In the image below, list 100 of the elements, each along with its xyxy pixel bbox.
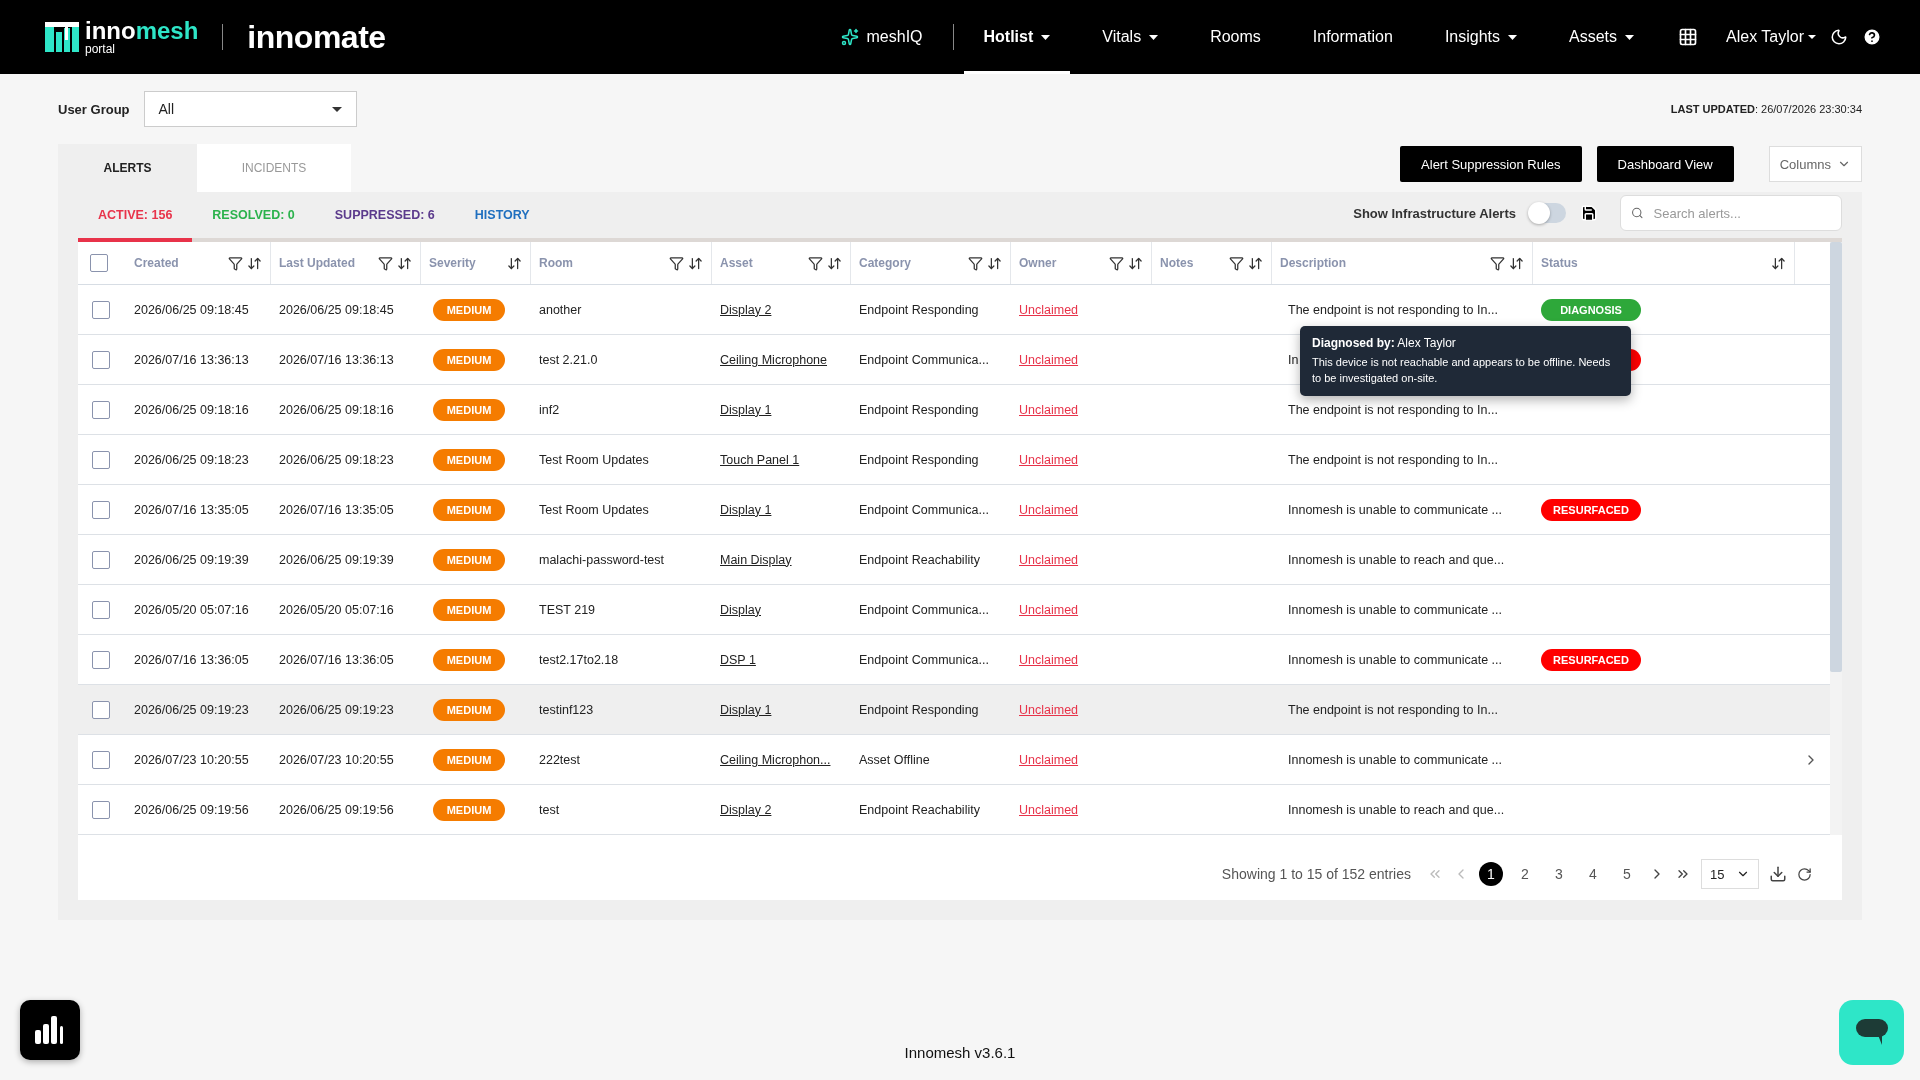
severity-badge: MEDIUM: [433, 698, 505, 721]
download-icon[interactable]: [1769, 865, 1787, 883]
page-button[interactable]: 4: [1581, 862, 1605, 886]
chart-button[interactable]: [20, 1000, 80, 1060]
page-button[interactable]: 5: [1615, 862, 1639, 886]
row-checkbox[interactable]: [92, 550, 110, 569]
severity-badge: MEDIUM: [433, 548, 505, 571]
save-icon[interactable]: [1580, 204, 1598, 222]
sort-icon[interactable]: [397, 255, 412, 271]
asset-link[interactable]: Ceiling Microphone: [720, 352, 827, 367]
view-tab[interactable]: ALERTS: [58, 144, 197, 192]
user-menu[interactable]: Alex Taylor: [1726, 28, 1804, 46]
table-cell: Endpoint Communica...: [859, 502, 989, 517]
table-cell: 2026/06/25 09:18:16: [279, 402, 394, 417]
column-header: Notes: [1160, 256, 1194, 270]
nav-item[interactable]: Rooms: [1190, 0, 1281, 74]
row-checkbox[interactable]: [92, 650, 110, 669]
search-field[interactable]: Search alerts...: [1620, 195, 1842, 231]
infrastructure-toggle[interactable]: [1530, 203, 1566, 223]
filter-icon[interactable]: [1229, 255, 1244, 271]
refresh-icon[interactable]: [1797, 866, 1812, 882]
table-cell: 2026/06/25 09:18:45: [134, 302, 249, 317]
sort-icon[interactable]: [987, 255, 1002, 271]
nav-item[interactable]: meshIQ: [820, 0, 943, 74]
select-all-checkbox[interactable]: [90, 254, 108, 272]
page-button[interactable]: 3: [1547, 862, 1571, 886]
page-size-select[interactable]: 15: [1701, 859, 1759, 889]
sort-icon[interactable]: [1248, 255, 1263, 271]
table-cell: Endpoint Responding: [859, 702, 979, 717]
owner-link[interactable]: Unclaimed: [1019, 452, 1079, 467]
scrollbar[interactable]: [1830, 242, 1842, 835]
filter-icon[interactable]: [378, 255, 393, 271]
row-checkbox[interactable]: [92, 500, 110, 519]
asset-link[interactable]: Display 1: [720, 502, 772, 517]
row-checkbox[interactable]: [92, 400, 110, 419]
asset-link[interactable]: Display 1: [720, 402, 772, 417]
page-button[interactable]: 2: [1513, 862, 1537, 886]
row-checkbox[interactable]: [92, 750, 110, 769]
action-button[interactable]: Alert Suppression Rules: [1400, 146, 1582, 182]
sort-icon[interactable]: [1128, 255, 1143, 271]
sort-icon[interactable]: [827, 255, 842, 271]
sort-icon[interactable]: [1509, 255, 1524, 271]
owner-link[interactable]: Unclaimed: [1019, 552, 1079, 567]
asset-link[interactable]: Main Display: [720, 552, 792, 567]
status-tab[interactable]: HISTORY: [454, 192, 550, 242]
row-checkbox[interactable]: [92, 450, 110, 469]
action-button[interactable]: Dashboard View: [1596, 146, 1734, 182]
asset-link[interactable]: Display 2: [720, 802, 772, 817]
row-checkbox[interactable]: [92, 600, 110, 619]
chat-button[interactable]: [1839, 1000, 1904, 1065]
asset-link[interactable]: Touch Panel 1: [720, 452, 800, 467]
status-tab[interactable]: SUPPRESSED: 6: [314, 192, 455, 242]
row-checkbox[interactable]: [92, 300, 110, 319]
owner-link[interactable]: Unclaimed: [1019, 352, 1079, 367]
logo-subtitle: portal: [85, 43, 117, 55]
columns-button[interactable]: Columns: [1768, 146, 1862, 182]
filter-icon[interactable]: [1109, 255, 1124, 271]
user-group-select[interactable]: All: [143, 91, 357, 127]
sort-icon[interactable]: [1771, 255, 1786, 271]
owner-link[interactable]: Unclaimed: [1019, 502, 1079, 517]
owner-link[interactable]: Unclaimed: [1019, 652, 1079, 667]
asset-link[interactable]: Display 1: [720, 702, 772, 717]
filter-icon[interactable]: [968, 255, 983, 271]
product-name: innomate: [247, 18, 386, 56]
owner-link[interactable]: Unclaimed: [1019, 752, 1079, 767]
row-checkbox[interactable]: [92, 700, 110, 719]
nav-item[interactable]: Insights: [1424, 0, 1537, 74]
table-cell: Test Room Updates: [539, 502, 649, 517]
nav-item[interactable]: Information: [1292, 0, 1413, 74]
filter-icon[interactable]: [808, 255, 823, 271]
owner-link[interactable]: Unclaimed: [1019, 802, 1079, 817]
filter-icon[interactable]: [228, 255, 243, 271]
owner-link[interactable]: Unclaimed: [1019, 602, 1079, 617]
table-cell: Endpoint Responding: [859, 302, 979, 317]
search-input[interactable]: Search alerts...: [1651, 204, 1831, 222]
moon-icon[interactable]: [1830, 28, 1848, 46]
owner-link[interactable]: Unclaimed: [1019, 302, 1079, 317]
asset-link[interactable]: Display: [720, 602, 761, 617]
filter-icon[interactable]: [669, 255, 684, 271]
table-cell: 222test: [539, 752, 580, 767]
apps-grid-icon[interactable]: [1678, 27, 1699, 47]
nav-item[interactable]: Vitals: [1082, 0, 1179, 74]
asset-link[interactable]: Ceiling Microphon...: [720, 752, 831, 767]
sort-icon[interactable]: [688, 255, 703, 271]
sort-icon[interactable]: [507, 255, 522, 271]
page-button[interactable]: 1: [1479, 862, 1503, 886]
row-checkbox[interactable]: [92, 800, 110, 819]
nav-item[interactable]: Hotlist: [963, 0, 1071, 74]
column-header: Room: [539, 256, 573, 270]
table-cell: 2026/07/16 13:36:13: [134, 352, 249, 367]
asset-link[interactable]: DSP 1: [720, 652, 756, 667]
help-icon[interactable]: [1862, 27, 1882, 47]
nav-item[interactable]: Assets: [1549, 0, 1655, 74]
filter-icon[interactable]: [1490, 255, 1505, 271]
owner-link[interactable]: Unclaimed: [1019, 402, 1079, 417]
sort-icon[interactable]: [247, 255, 262, 271]
owner-link[interactable]: Unclaimed: [1019, 702, 1079, 717]
row-checkbox[interactable]: [92, 350, 110, 369]
severity-badge: MEDIUM: [433, 398, 505, 421]
asset-link[interactable]: Display 2: [720, 302, 772, 317]
